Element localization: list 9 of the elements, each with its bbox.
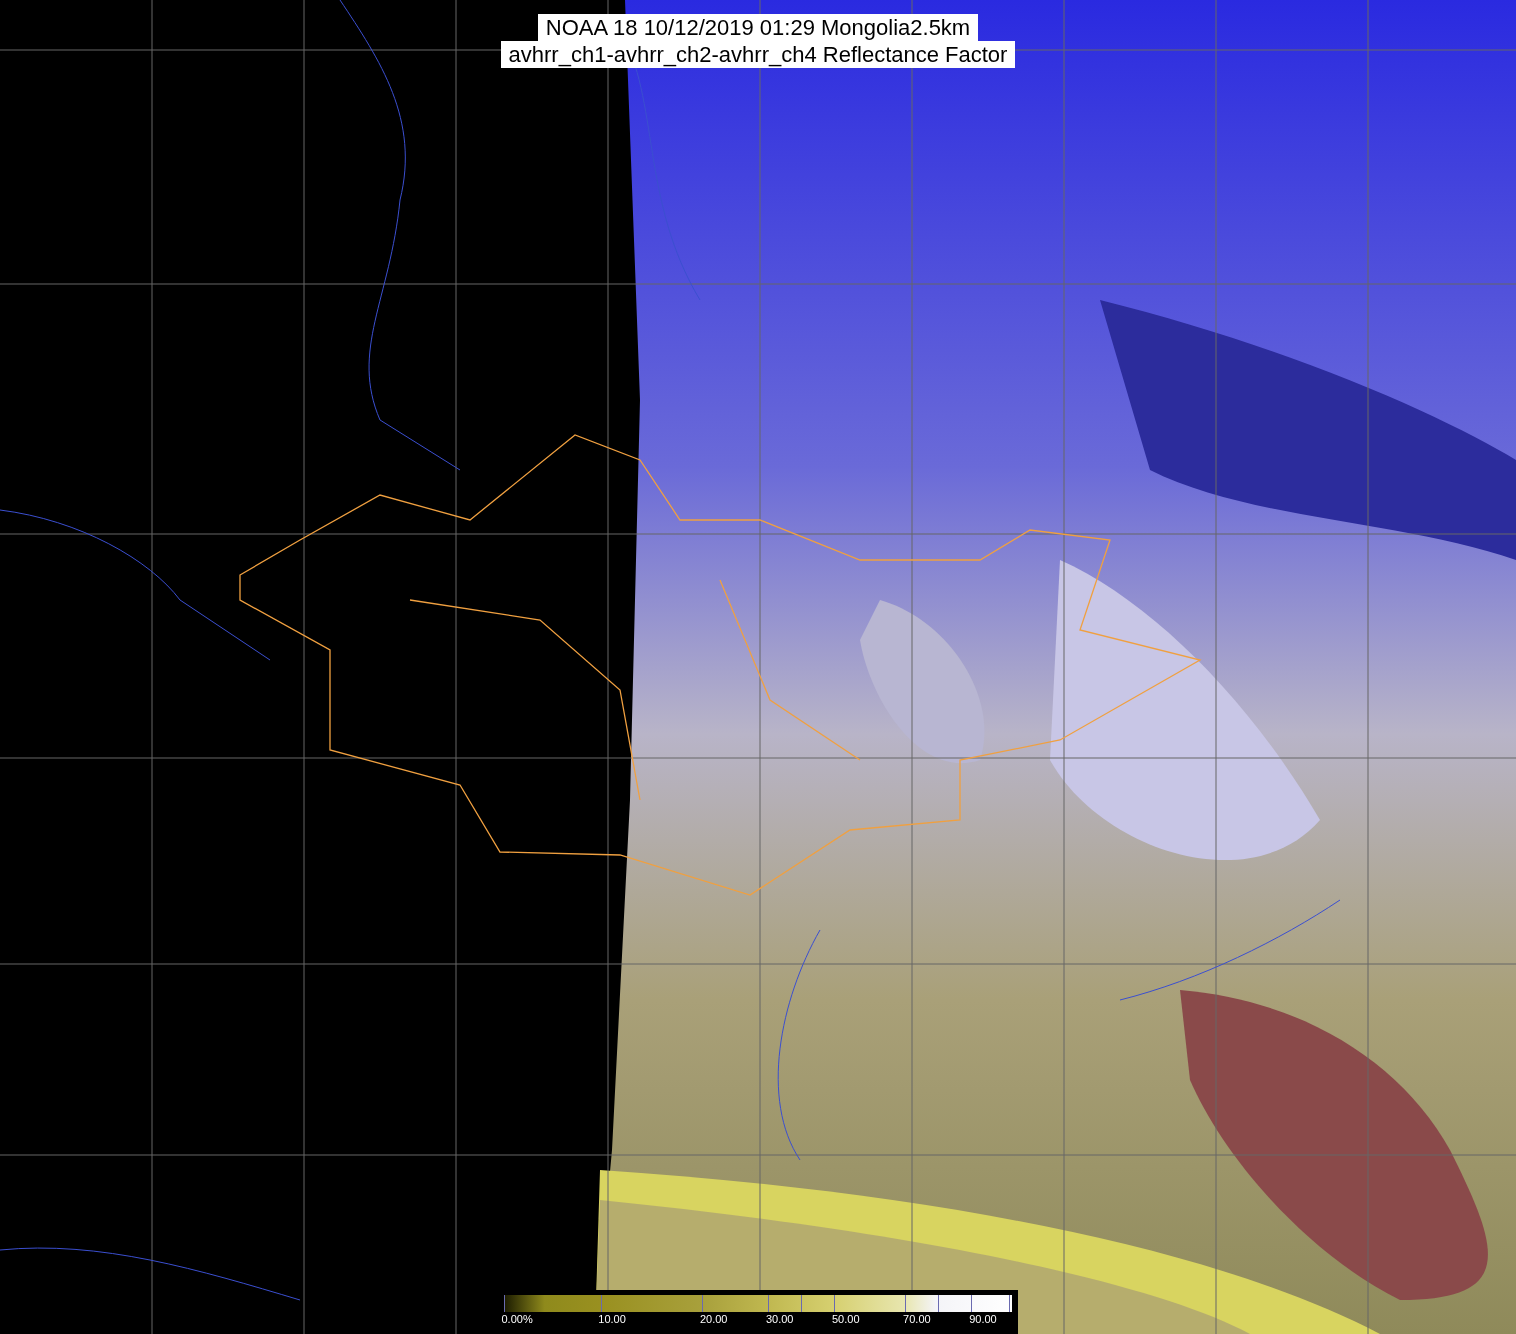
map-title: avhrr_ch1-avhrr_ch2-avhrr_ch4 Reflectance Factor xyxy=(500,41,1016,68)
tick-label: 70.00 xyxy=(903,1313,931,1325)
tick-label: 10.00 xyxy=(598,1313,626,1325)
tick-label: 0.00% xyxy=(501,1313,533,1325)
tick-label: 20.00 xyxy=(699,1313,728,1325)
tick-label: 50.00 xyxy=(832,1313,860,1325)
tick-label: 30.00 xyxy=(765,1313,794,1325)
map-title: NOAA 18 10/12/2019 01:29 Mongolia2.5km xyxy=(537,14,979,41)
tick-label: 90.00 xyxy=(969,1313,997,1325)
